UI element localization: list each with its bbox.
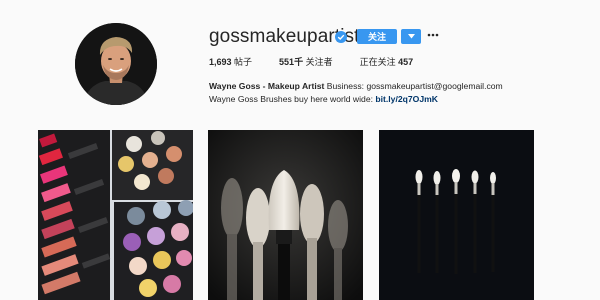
chevron-down-icon bbox=[407, 34, 415, 39]
verified-badge-icon bbox=[335, 31, 347, 43]
profile-bio: Wayne Goss - Makeup Artist Business: gos… bbox=[209, 80, 529, 106]
followers-label: 关注者 bbox=[303, 57, 333, 67]
more-options-icon bbox=[427, 33, 439, 37]
post-makeup-brushes-closeup[interactable] bbox=[208, 130, 363, 300]
post-brushes-on-dark-background[interactable] bbox=[379, 130, 534, 300]
more-options-button[interactable] bbox=[426, 28, 440, 42]
post-lipsticks-eyeshadow-palette[interactable] bbox=[38, 130, 193, 300]
following-label: 正在关注 bbox=[359, 57, 399, 67]
profile-avatar[interactable] bbox=[75, 23, 157, 105]
follow-button[interactable]: 关注 bbox=[357, 29, 397, 44]
suggestions-dropdown-button[interactable] bbox=[401, 29, 421, 44]
posts-label: 帖子 bbox=[231, 57, 253, 67]
following-stat[interactable]: 正在关注 457 bbox=[360, 55, 414, 68]
followers-count: 551千 bbox=[279, 57, 304, 67]
bio-link[interactable]: bit.ly/2q7OJmK bbox=[375, 94, 438, 104]
profile-stats: 1,693 帖子 551千 关注者 正在关注 457 bbox=[209, 55, 440, 68]
followers-stat[interactable]: 551千 关注者 bbox=[279, 55, 333, 68]
following-count: 457 bbox=[398, 57, 414, 67]
posts-count: 1,693 bbox=[209, 57, 232, 67]
profile-full-name: Wayne Goss - Makeup Artist bbox=[209, 81, 325, 91]
posts-stat: 1,693 帖子 bbox=[209, 55, 252, 68]
